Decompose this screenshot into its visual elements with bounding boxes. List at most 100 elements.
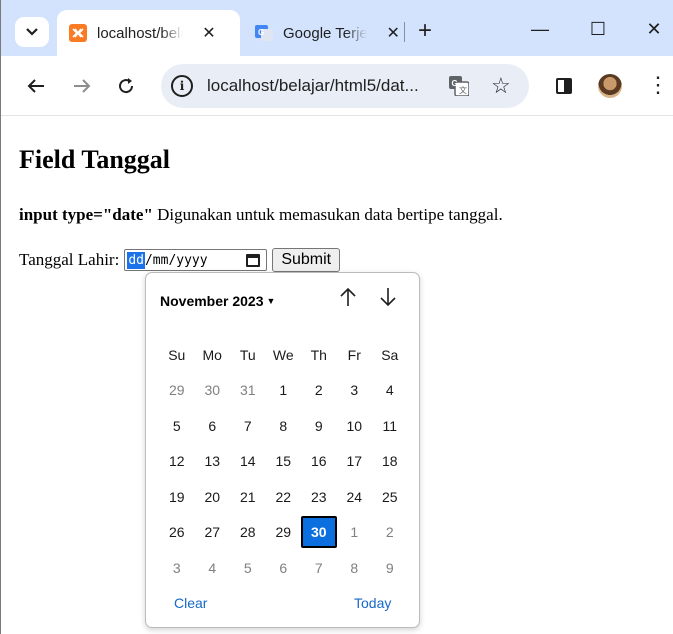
- page-title: Field Tanggal: [19, 145, 170, 174]
- date-input[interactable]: dd / mm / yyyy: [124, 249, 268, 271]
- calendar-icon[interactable]: [246, 253, 261, 267]
- calendar-day[interactable]: 27: [195, 516, 231, 548]
- calendar-day[interactable]: 2: [301, 374, 337, 406]
- calendar-day[interactable]: 30: [195, 374, 231, 406]
- calendar-day[interactable]: 13: [195, 445, 231, 477]
- calendar-day[interactable]: 6: [266, 552, 302, 584]
- calendar-day[interactable]: 11: [372, 410, 408, 442]
- translate-icon[interactable]: G 文: [449, 76, 469, 96]
- calendar-day[interactable]: 3: [159, 552, 195, 584]
- date-segment-month[interactable]: mm: [153, 253, 169, 268]
- submit-button[interactable]: Submit: [272, 248, 341, 272]
- calendar-day[interactable]: 19: [159, 481, 195, 513]
- calendar-week-row: 26 27 28 29 30 1 2: [159, 515, 408, 551]
- calendar-day[interactable]: 7: [301, 552, 337, 584]
- date-segment-year[interactable]: yyyy: [176, 253, 207, 268]
- caret-down-icon: ▼: [266, 296, 276, 306]
- url-text[interactable]: localhost/belajar/html5/dat...: [207, 76, 419, 96]
- tab-label: Google Terjemahan: [283, 24, 368, 42]
- weekday-label: Mo: [202, 346, 222, 363]
- calendar-day[interactable]: 3: [337, 374, 373, 406]
- weekday-label: Th: [310, 346, 327, 363]
- calendar-week-row: 29 30 31 1 2 3 4: [159, 373, 408, 409]
- calendar-day[interactable]: 29: [159, 374, 195, 406]
- forward-arrow-icon[interactable]: [67, 71, 97, 101]
- browser-window: localhost/belajar/html5/date.html ✕ G Go…: [0, 0, 673, 634]
- calendar-week-row: 12 13 14 15 16 17 18: [159, 444, 408, 480]
- calendar-day[interactable]: 14: [230, 445, 266, 477]
- calendar-day[interactable]: 5: [159, 410, 195, 442]
- calendar-day[interactable]: 4: [372, 374, 408, 406]
- calendar-day[interactable]: 2: [372, 516, 408, 548]
- tab-close-icon[interactable]: ✕: [383, 23, 403, 43]
- reload-icon[interactable]: [111, 71, 141, 101]
- date-separator: /: [144, 252, 153, 268]
- calendar-day[interactable]: 21: [230, 481, 266, 513]
- calendar-day[interactable]: 8: [337, 552, 373, 584]
- new-tab-button[interactable]: +: [413, 16, 437, 46]
- calendar-day[interactable]: 1: [266, 374, 302, 406]
- tab-strip: localhost/belajar/html5/date.html ✕ G Go…: [1, 0, 673, 56]
- today-button[interactable]: Today: [354, 595, 391, 611]
- calendar-day[interactable]: 25: [372, 481, 408, 513]
- calendar-day[interactable]: 23: [301, 481, 337, 513]
- calendar-day[interactable]: 6: [195, 410, 231, 442]
- calendar-day[interactable]: 31: [230, 374, 266, 406]
- calendar-day[interactable]: 16: [301, 445, 337, 477]
- address-bar[interactable]: i localhost/belajar/html5/dat... G 文 ☆: [161, 64, 529, 108]
- minimize-button[interactable]: —: [525, 14, 555, 44]
- field-label: Tanggal Lahir:: [19, 250, 120, 269]
- weekday-label: We: [272, 346, 294, 363]
- calendar-day[interactable]: 8: [266, 410, 302, 442]
- calendar-day[interactable]: 1: [337, 516, 373, 548]
- profile-avatar-icon[interactable]: [598, 74, 622, 98]
- calendar-day[interactable]: 29: [266, 516, 302, 548]
- bookmark-star-icon[interactable]: ☆: [491, 73, 511, 99]
- browser-toolbar: i localhost/belajar/html5/dat... G 文 ☆ ⋮: [1, 56, 673, 116]
- calendar-day[interactable]: 9: [372, 552, 408, 584]
- calendar-day-selected[interactable]: 30: [301, 516, 337, 549]
- calendar-day[interactable]: 20: [195, 481, 231, 513]
- calendar-day[interactable]: 17: [337, 445, 373, 477]
- date-picker-popup: November 2023 ▼ Su Mo Tu We Th Fr Sa 29 30 31 1 2 3 4…: [145, 272, 420, 628]
- site-info-icon[interactable]: i: [171, 75, 193, 97]
- calendar-grid: Su Mo Tu We Th Fr Sa 29 30 31 1 2 3 4 5 6 7 8 9 10 11 12 13 14…: [159, 337, 408, 586]
- calendar-day[interactable]: 22: [266, 481, 302, 513]
- date-segment-day[interactable]: dd: [127, 251, 145, 269]
- date-separator: /: [168, 252, 177, 268]
- maximize-button[interactable]: ☐: [583, 14, 613, 44]
- close-window-button[interactable]: ✕: [639, 14, 669, 44]
- calendar-day[interactable]: 26: [159, 516, 195, 548]
- next-month-arrow-icon[interactable]: [376, 287, 400, 313]
- calendar-day[interactable]: 9: [301, 410, 337, 442]
- tab-google-translate[interactable]: G Google Terjemahan ✕: [243, 10, 403, 56]
- calendar-day[interactable]: 18: [372, 445, 408, 477]
- more-menu-icon[interactable]: ⋮: [647, 72, 669, 98]
- weekday-label: Fr: [347, 346, 361, 363]
- tab-localhost[interactable]: localhost/belajar/html5/date.html ✕: [57, 10, 240, 56]
- tab-separator: [404, 22, 405, 42]
- calendar-day[interactable]: 5: [230, 552, 266, 584]
- tab-search-icon[interactable]: [15, 17, 49, 47]
- calendar-day[interactable]: 12: [159, 445, 195, 477]
- back-arrow-icon[interactable]: [21, 71, 51, 101]
- side-panel-icon[interactable]: [556, 78, 572, 94]
- description-text: Digunakan untuk memasukan data bertipe t…: [152, 205, 503, 224]
- calendar-day[interactable]: 7: [230, 410, 266, 442]
- calendar-day[interactable]: 28: [230, 516, 266, 548]
- calendar-day[interactable]: 10: [337, 410, 373, 442]
- weekday-header-row: Su Mo Tu We Th Fr Sa: [159, 337, 408, 373]
- previous-month-arrow-icon[interactable]: [336, 287, 360, 313]
- date-form: Tanggal Lahir: dd / mm / yyyy Submit: [19, 248, 341, 272]
- calendar-day[interactable]: 24: [337, 481, 373, 513]
- svg-text:G: G: [258, 28, 264, 37]
- calendar-day[interactable]: 4: [195, 552, 231, 584]
- description-code: input type="date": [19, 205, 153, 224]
- clear-button[interactable]: Clear: [174, 595, 207, 611]
- svg-text:G: G: [452, 79, 458, 88]
- calendar-day[interactable]: 15: [266, 445, 302, 477]
- xampp-favicon-icon: [69, 24, 87, 42]
- tab-close-icon[interactable]: ✕: [199, 23, 219, 43]
- month-year-selector[interactable]: November 2023 ▼: [160, 293, 275, 309]
- month-year-label: November 2023: [160, 293, 264, 309]
